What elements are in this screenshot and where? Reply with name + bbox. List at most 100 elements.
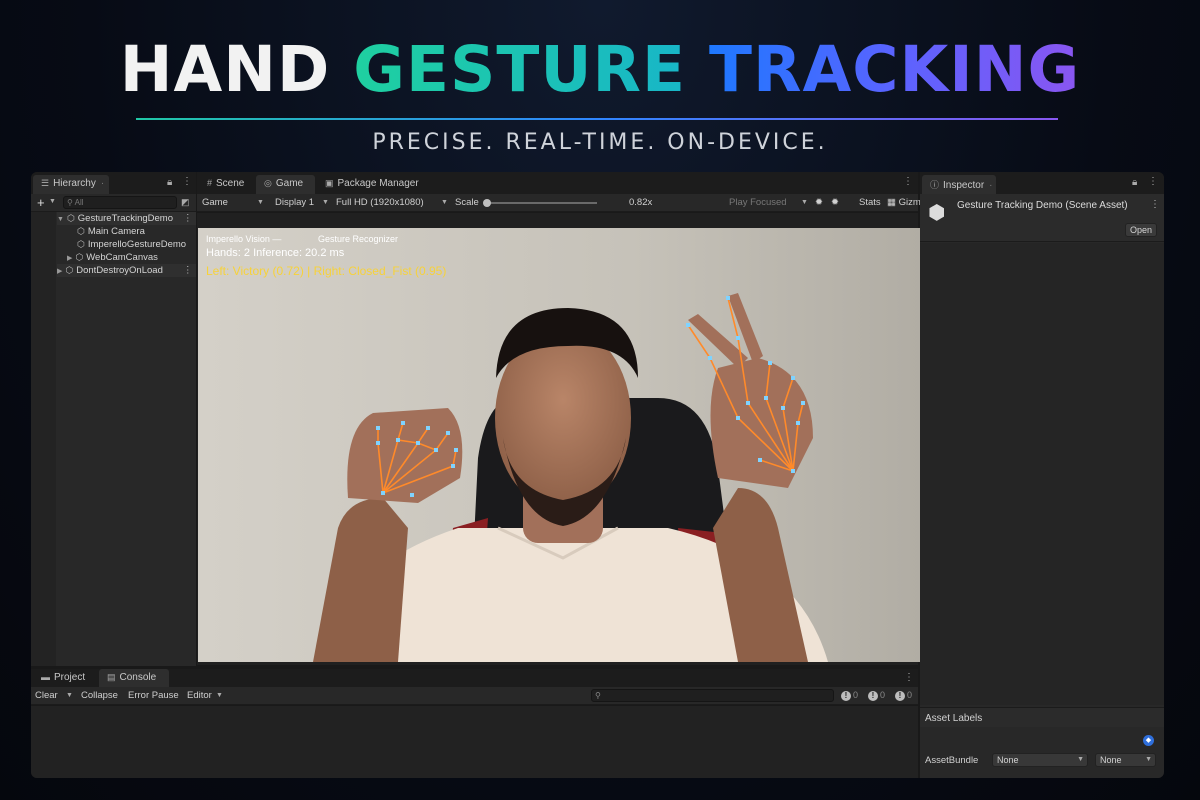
scale-slider-track[interactable]	[487, 202, 597, 204]
tree-item-main-camera[interactable]: ⬡ Main Camera	[77, 225, 145, 238]
tag-icon[interactable]: ◆	[1143, 735, 1154, 746]
editor-dropdown[interactable]: Editor	[187, 690, 212, 701]
chevron-down-icon[interactable]: ▼	[801, 199, 808, 206]
webcam-scene	[198, 228, 920, 662]
package-icon: ▣	[325, 178, 334, 188]
warning-count-toggle[interactable]: ! 0	[868, 690, 885, 701]
title-word-hand: HAND	[119, 33, 331, 106]
clear-button[interactable]: Clear	[35, 690, 58, 701]
play-mode-value: Play Focused	[729, 197, 787, 208]
hud-gesture-result: Left: Victory (0.72) | Right: Closed_Fis…	[206, 264, 447, 278]
collapsed-triangle-icon[interactable]: ▶	[67, 255, 72, 262]
resolution-dropdown[interactable]: Full HD (1920x1080)	[336, 197, 424, 208]
tab-scene[interactable]: # Scene	[199, 175, 252, 194]
hud-recognizer: Gesture Recognizer	[318, 234, 399, 244]
mute-audio-icon[interactable]: ✹	[815, 197, 823, 208]
close-icon[interactable]: ·	[101, 178, 104, 189]
scene-icon: ⬡	[66, 213, 75, 223]
console-search-input[interactable]: ⚲	[591, 689, 834, 702]
collapsed-triangle-icon[interactable]: ▶	[57, 268, 62, 275]
info-count-toggle[interactable]: ! 0	[841, 690, 858, 701]
error-icon: !	[895, 691, 905, 701]
more-menu-icon[interactable]: ⋮	[1148, 176, 1158, 187]
open-button[interactable]: Open	[1125, 223, 1157, 237]
play-mode-dropdown[interactable]: Play Focused	[729, 197, 787, 208]
search-icon: ⚲	[67, 198, 73, 207]
tab-hierarchy[interactable]: ☰ Hierarchy ·	[33, 175, 109, 194]
tab-inspector-label: Inspector	[943, 180, 985, 191]
tree-item-gesture-tracking-demo[interactable]: ▼ ⬡ GestureTrackingDemo ⋮	[57, 212, 196, 225]
tab-game-label: Game	[275, 178, 304, 189]
tab-inspector[interactable]: ⓘ Inspector ·	[922, 175, 996, 194]
asset-labels-title: Asset Labels	[925, 713, 983, 724]
tab-hierarchy-label: Hierarchy	[53, 178, 96, 189]
grid-icon: #	[207, 178, 213, 188]
tab-package-manager[interactable]: ▣ Package Manager	[317, 175, 427, 194]
error-count-toggle[interactable]: ! 0	[895, 690, 912, 701]
grid-icon: ▦	[887, 197, 896, 208]
more-menu-icon[interactable]: ⋮	[1150, 199, 1160, 210]
collapse-button[interactable]: Collapse	[81, 690, 118, 701]
gameobject-icon: ⬡	[77, 226, 85, 236]
chevron-down-icon[interactable]: ▼	[66, 692, 73, 699]
info-icon: !	[841, 691, 851, 701]
more-menu-icon[interactable]: ⋮	[183, 212, 193, 225]
asset-variant-value: None	[1100, 755, 1122, 765]
banner-divider	[136, 118, 1058, 120]
chevron-down-icon[interactable]: ▼	[257, 199, 264, 206]
tree-item-label: Main Camera	[87, 226, 145, 237]
asset-bundle-dropdown[interactable]: None ▼	[992, 753, 1088, 767]
chevron-down-icon[interactable]: ▼	[441, 199, 448, 206]
tab-game[interactable]: ◎ Game	[256, 175, 315, 194]
scale-slider-handle[interactable]	[483, 199, 491, 207]
more-menu-icon[interactable]: ⋮	[182, 176, 192, 187]
info-count: 0	[853, 690, 859, 700]
console-toolbar: Clear ▼ Collapse Error Pause Editor ▼ ⚲ …	[31, 687, 918, 705]
hierarchy-tabbar: ☰ Hierarchy · 🔒︎ ⋮	[31, 172, 196, 194]
tree-item-dont-destroy-on-load[interactable]: ▶ ⬡ DontDestroyOnLoad ⋮	[57, 264, 196, 277]
view-mode-value: Game	[202, 197, 228, 208]
tree-item-label: GestureTrackingDemo	[77, 213, 174, 224]
display-dropdown[interactable]: Display 1	[275, 197, 314, 208]
lock-icon[interactable]: 🔒︎	[167, 177, 172, 188]
tab-project-label: Project	[54, 672, 86, 683]
console-log-area[interactable]	[31, 706, 918, 778]
tab-project[interactable]: ▬ Project	[33, 669, 93, 688]
hierarchy-toolbar: + ▼ ⚲ All ◩	[31, 194, 196, 212]
hierarchy-gutter	[31, 212, 56, 666]
scene-visibility-icon[interactable]: ◩	[181, 197, 190, 208]
console-icon: ▤	[107, 672, 116, 682]
search-icon: ⚲	[595, 691, 601, 700]
lock-icon[interactable]: 🔒︎	[1132, 177, 1137, 188]
asset-bundle-value: None	[997, 755, 1019, 765]
expanded-triangle-icon[interactable]: ▼	[57, 216, 64, 223]
gameobject-icon: ⬡	[75, 252, 84, 262]
hierarchy-search-input[interactable]: ⚲ All	[63, 196, 177, 209]
inspector-header: ⬢ Gesture Tracking Demo (Scene Asset) ⋮ …	[920, 194, 1164, 242]
close-icon[interactable]: ·	[989, 180, 992, 191]
stats-button[interactable]: Stats	[859, 197, 881, 208]
info-icon: ⓘ	[930, 180, 940, 190]
title-word-tracking: TRACKING	[709, 33, 1081, 106]
more-menu-icon[interactable]: ⋮	[903, 176, 913, 187]
center-tabbar: # Scene ◎ Game ▣ Package Manager ⋮	[197, 172, 918, 194]
error-pause-button[interactable]: Error Pause	[128, 690, 179, 701]
chevron-down-icon[interactable]: ▼	[49, 198, 56, 205]
tab-console[interactable]: ▤ Console	[99, 669, 169, 688]
add-icon[interactable]: +	[37, 195, 45, 210]
webcam-viewport: Imperello Vision — Gesture Recognizer Ha…	[198, 228, 920, 662]
tree-item-label: ImperelloGestureDemo	[87, 239, 187, 250]
shortcuts-icon[interactable]: ✹	[831, 197, 839, 208]
asset-variant-dropdown[interactable]: None ▼	[1095, 753, 1156, 767]
tree-item-webcam-canvas[interactable]: ▶ ⬡ WebCamCanvas	[67, 251, 158, 264]
view-mode-dropdown[interactable]: Game	[202, 197, 228, 208]
chevron-down-icon[interactable]: ▼	[322, 199, 329, 206]
asset-labels-section: Asset Labels	[920, 707, 1164, 727]
gamepad-icon: ◎	[264, 178, 272, 188]
chevron-down-icon[interactable]: ▼	[216, 692, 223, 699]
more-menu-icon[interactable]: ⋮	[183, 264, 193, 277]
game-toolbar: Game ▼ Display 1 ▼ Full HD (1920x1080) ▼…	[197, 194, 944, 212]
more-menu-icon[interactable]: ⋮	[904, 672, 914, 683]
chevron-down-icon: ▼	[1077, 756, 1084, 763]
tree-item-imperello-gesture-demo[interactable]: ⬡ ImperelloGestureDemo	[77, 238, 186, 251]
